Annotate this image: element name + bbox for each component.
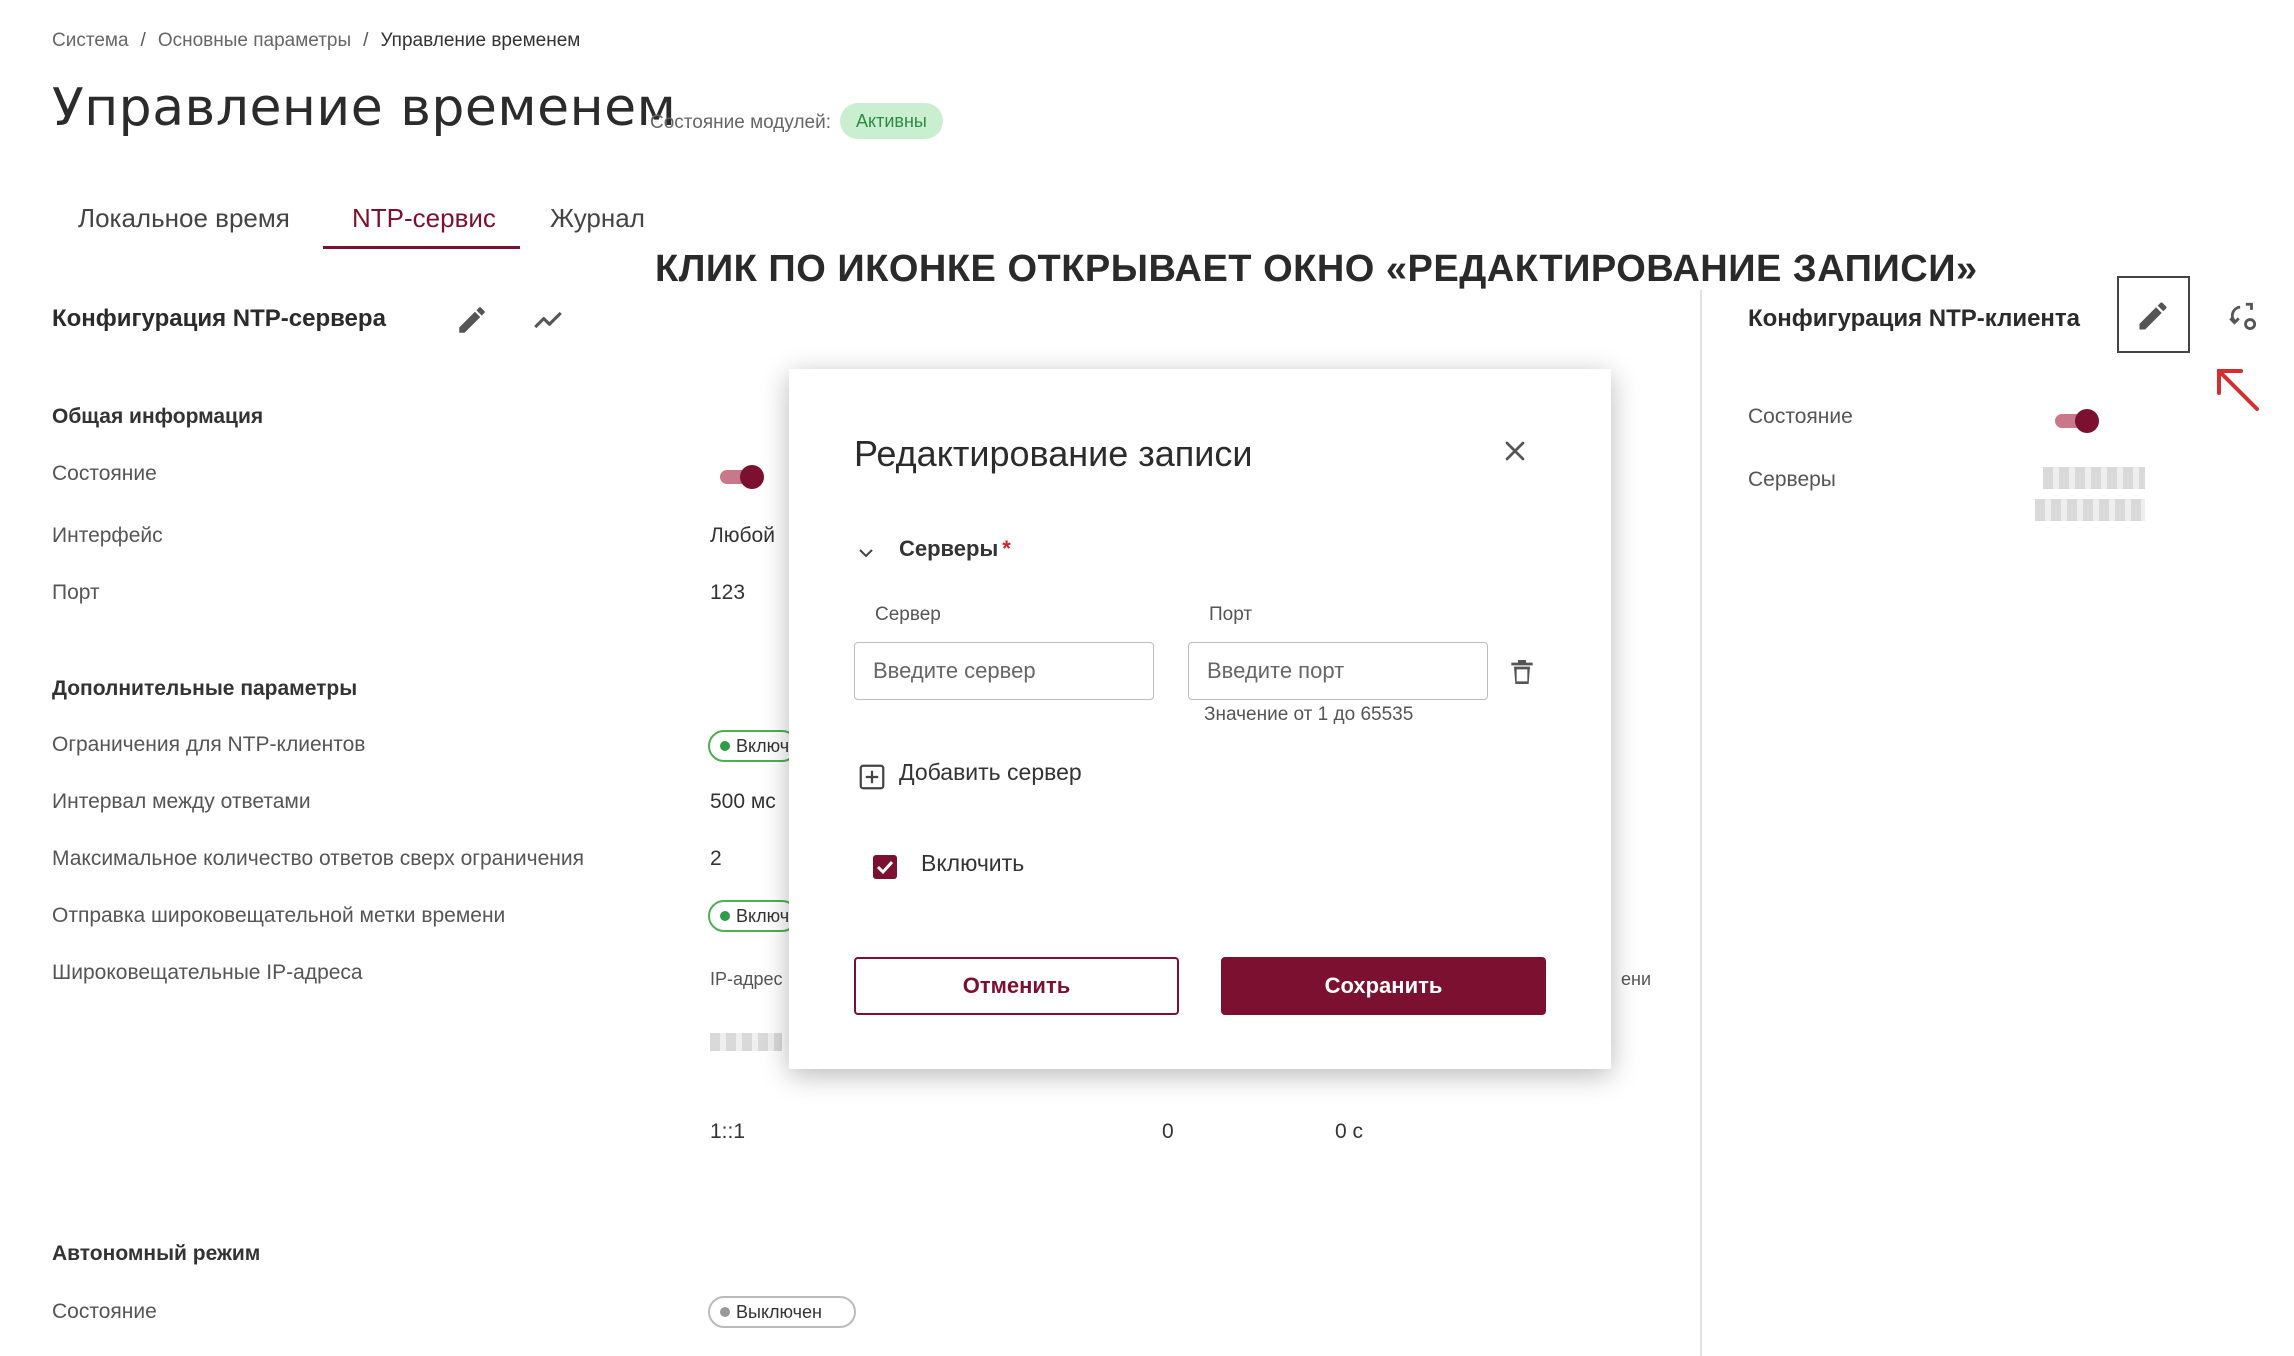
broadcast-ips-label: Широковещательные IP-адреса xyxy=(52,961,363,984)
client-state-label: Состояние xyxy=(1748,405,1853,428)
redacted-server xyxy=(2043,467,2145,489)
servers-section-title[interactable]: Серверы * xyxy=(899,536,1011,562)
general-info-title: Общая информация xyxy=(52,405,264,428)
arrow-up-left-icon xyxy=(2217,369,2259,411)
redacted-ip xyxy=(710,1033,782,1051)
server-config-title: Конфигурация NTP-сервера xyxy=(52,305,386,332)
table-row-value: 0 xyxy=(1162,1120,1174,1143)
server-state-toggle[interactable] xyxy=(718,463,766,491)
tab-active-indicator xyxy=(323,246,520,249)
interface-value: Любой xyxy=(710,524,775,547)
plus-box-icon[interactable] xyxy=(857,762,887,792)
server-input[interactable] xyxy=(854,642,1154,700)
extra-params-title: Дополнительные параметры xyxy=(52,677,358,700)
save-button[interactable]: Сохранить xyxy=(1221,957,1546,1015)
pencil-icon[interactable] xyxy=(455,303,489,337)
breadcrumb-separator: / xyxy=(140,30,146,51)
page-title: Управление временем xyxy=(52,78,677,138)
table-header-time: ени xyxy=(1621,969,1652,989)
port-input[interactable] xyxy=(1188,642,1488,700)
autonomous-title: Автономный режим xyxy=(52,1242,261,1265)
modules-state-label: Состояние модулей: xyxy=(650,112,832,133)
server-field-label: Сервер xyxy=(875,604,941,625)
client-config-title: Конфигурация NTP-клиента xyxy=(1748,305,2081,332)
panel-divider xyxy=(1700,290,1702,1356)
tab-ntp-service[interactable]: NTP-сервис xyxy=(352,203,496,234)
sync-settings-icon[interactable] xyxy=(2226,300,2260,334)
port-value: 123 xyxy=(710,581,746,604)
limits-label: Ограничения для NTP-клиентов xyxy=(52,733,366,756)
close-icon[interactable] xyxy=(1499,435,1531,467)
breadcrumb-item-system[interactable]: Система xyxy=(52,30,129,51)
check-icon xyxy=(876,860,894,875)
broadcast-status-badge: Включен xyxy=(708,900,798,932)
table-header-ip: IP-адрес xyxy=(710,969,783,989)
autonomous-status-badge: Выключен xyxy=(708,1296,856,1328)
autonomous-state-label: Состояние xyxy=(52,1300,157,1323)
max-responses-label: Максимальное количество ответов сверх ог… xyxy=(52,847,584,870)
tab-journal[interactable]: Журнал xyxy=(550,203,645,234)
port-hint: Значение от 1 до 65535 xyxy=(1204,704,1414,725)
required-mark: * xyxy=(1002,536,1011,561)
cancel-button[interactable]: Отменить xyxy=(854,957,1179,1015)
client-servers-label: Серверы xyxy=(1748,468,1836,491)
breadcrumb-item-main-params[interactable]: Основные параметры xyxy=(158,30,351,51)
table-row-ip: 1::1 xyxy=(710,1120,746,1143)
edit-record-dialog: Редактирование записи Серверы* Сервер По… xyxy=(789,369,1611,1069)
annotation-text: КЛИК ПО ИКОНКЕ ОТКРЫВАЕТ ОКНО «РЕДАКТИРО… xyxy=(655,248,1978,290)
max-responses-value: 2 xyxy=(710,847,722,870)
enable-checkbox[interactable] xyxy=(873,855,897,879)
enable-checkbox-label: Включить xyxy=(921,850,1025,876)
modules-status-badge: Активны xyxy=(840,103,943,139)
chart-line-icon[interactable] xyxy=(530,303,566,337)
interval-value: 500 мс xyxy=(710,790,776,813)
add-server-button[interactable]: Добавить сервер xyxy=(899,759,1082,786)
client-state-toggle[interactable] xyxy=(2053,407,2101,435)
dialog-title: Редактирование записи xyxy=(854,433,1253,474)
limits-status-badge: Включен xyxy=(708,730,798,762)
breadcrumb-item-current: Управление временем xyxy=(380,30,581,51)
port-label: Порт xyxy=(52,581,100,604)
redacted-server xyxy=(2035,499,2145,521)
breadcrumb: Система / Основные параметры / Управление вр… xyxy=(52,30,580,52)
server-state-label: Состояние xyxy=(52,462,157,485)
broadcast-label: Отправка широковещательной метки времени xyxy=(52,904,506,927)
chevron-down-icon[interactable] xyxy=(854,541,878,565)
trash-icon[interactable] xyxy=(1506,654,1538,690)
breadcrumb-separator: / xyxy=(363,30,369,51)
pencil-icon[interactable] xyxy=(2135,298,2171,334)
tab-local-time[interactable]: Локальное время xyxy=(78,203,290,234)
table-row-time: 0 с xyxy=(1335,1120,1364,1143)
interval-label: Интервал между ответами xyxy=(52,790,311,813)
interface-label: Интерфейс xyxy=(52,524,163,547)
port-field-label: Порт xyxy=(1209,604,1253,625)
